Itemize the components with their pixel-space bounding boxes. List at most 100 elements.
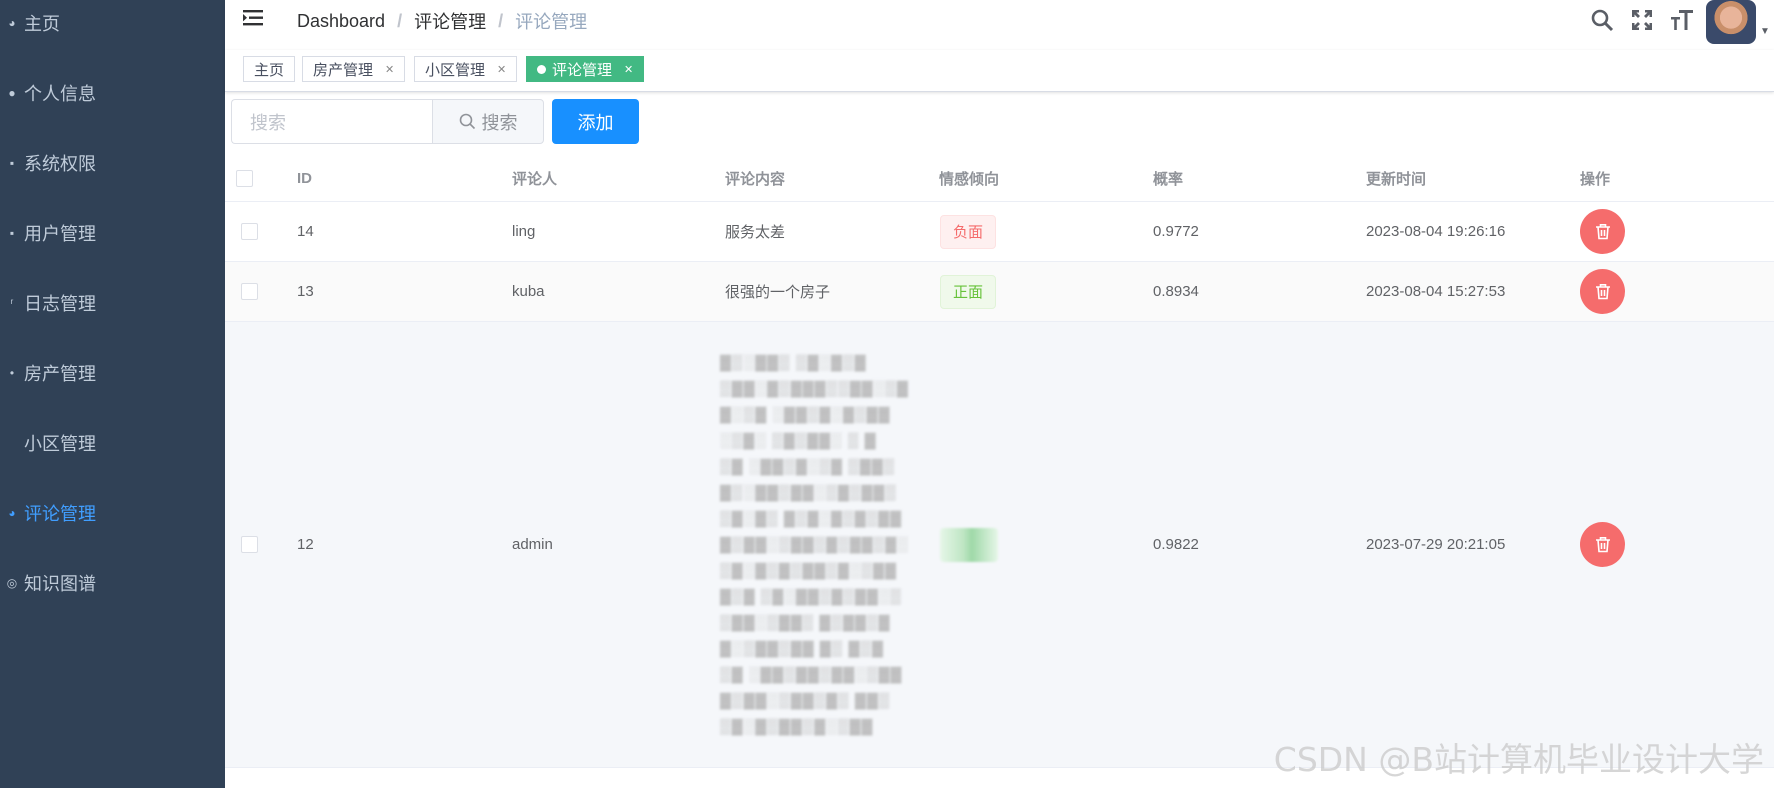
search-button[interactable]: 搜索 xyxy=(432,99,544,144)
sidebar-item-community[interactable]: 小区管理 xyxy=(0,415,225,471)
lock-icon: ▪ xyxy=(9,156,15,170)
cell-sentiment: 负面 xyxy=(940,202,997,261)
cell-id: 14 xyxy=(297,223,314,240)
sidebar-item-label: 个人信息 xyxy=(24,84,96,104)
tag-label: 评论管理 xyxy=(552,61,613,79)
close-icon[interactable]: ✕ xyxy=(385,63,394,76)
row-checkbox-cell xyxy=(241,202,258,261)
tag-property[interactable]: 房产管理 ✕ xyxy=(302,56,406,82)
cell-probability: 0.8934 xyxy=(1153,283,1199,300)
sidebar-item-home[interactable]: ◕ 主页 xyxy=(0,0,225,51)
search-icon xyxy=(459,113,475,130)
row-checkbox[interactable] xyxy=(241,223,258,240)
sidebar-item-comments[interactable]: ◕ 评论管理 xyxy=(0,485,225,541)
sidebar-item-permissions[interactable]: ▪ 系统权限 xyxy=(0,135,225,191)
select-all-checkbox[interactable] xyxy=(236,169,253,187)
watermark: CSDN @B站计算机毕业设计大学 xyxy=(1273,740,1764,779)
search-icon[interactable] xyxy=(1582,0,1622,40)
cell-author: ling xyxy=(512,223,536,240)
trash-icon xyxy=(1595,284,1610,300)
column-header[interactable]: ID xyxy=(297,155,312,201)
cell-sentiment xyxy=(940,322,998,767)
cell-id: 13 xyxy=(297,283,314,300)
breadcrumb-dashboard[interactable]: Dashboard xyxy=(297,11,385,32)
breadcrumb-current: 评论管理 xyxy=(515,12,588,32)
avatar[interactable] xyxy=(1706,0,1756,44)
breadcrumb-separator: / xyxy=(397,10,403,31)
breadcrumb: Dashboard / 评论管理 / 评论管理 xyxy=(297,8,587,34)
tag-label: 房产管理 xyxy=(313,61,374,79)
cell-actions xyxy=(1580,262,1625,321)
row-checkbox-cell xyxy=(241,262,258,321)
trash-icon xyxy=(1595,537,1610,553)
breadcrumb-separator: / xyxy=(498,10,504,31)
tag-community[interactable]: 小区管理 ✕ xyxy=(414,56,518,82)
fullscreen-icon[interactable] xyxy=(1622,0,1662,40)
blurred-content: ▓▒░▓▓▒ ▒▓░▓▒▓ ▒▓▓░▓▒▓▓▓▒▒▓▓░▒▓ ▓░▒▓ ░▓▓▒▓░… xyxy=(720,353,909,735)
cell-sentiment: 正面 xyxy=(940,262,997,321)
search-placeholder: 搜索 xyxy=(250,112,286,133)
sidebar-item-label: 房产管理 xyxy=(24,364,96,384)
cell-updated: 2023-07-29 20:21:05 xyxy=(1366,536,1506,553)
close-icon[interactable]: ✕ xyxy=(497,63,506,76)
table-header: ID 评论人 评论内容 情感倾向 概率 更新时间 操作 xyxy=(225,155,1774,202)
row-checkbox[interactable] xyxy=(241,536,258,553)
delete-button[interactable] xyxy=(1580,522,1625,567)
cell-probability: 0.9772 xyxy=(1153,223,1199,240)
cell-author: kuba xyxy=(512,283,545,300)
active-dot-icon xyxy=(537,64,546,74)
column-header: 操作 xyxy=(1580,170,1611,188)
close-icon[interactable]: ✕ xyxy=(624,63,633,76)
column-header[interactable]: 更新时间 xyxy=(1366,155,1426,201)
sidebar-item-label: 小区管理 xyxy=(24,434,96,454)
sentiment-badge: 正面 xyxy=(940,274,997,309)
breadcrumb-section[interactable]: 评论管理 xyxy=(414,8,486,34)
hamburger-menu-icon[interactable] xyxy=(243,8,267,28)
sidebar: ◕ 主页 ● 个人信息 ▪ 系统权限 ▪ 用户管理 ʳ 日志管理 • 房产管理 … xyxy=(0,0,225,788)
home-icon: ◕ xyxy=(8,16,16,30)
table-row[interactable]: 14 ling 服务太差 负面 0.9772 2023-08-04 19:26:… xyxy=(225,202,1774,262)
tag-label: 小区管理 xyxy=(425,61,486,79)
table-row[interactable]: 12 admin ▓▒░▓▓▒ ▒▓░▓▒▓ ▒▓▓░▓▒▓▓▓▒▒▓▓░▒▓ ▓░… xyxy=(225,322,1774,768)
right-menu: ▼ xyxy=(1582,0,1774,50)
cell-content: 服务太差 xyxy=(725,224,786,241)
sidebar-item-label: 用户管理 xyxy=(24,224,96,244)
add-button-label: 添加 xyxy=(577,112,614,133)
arrow-icon: • xyxy=(9,366,15,380)
sentiment-badge: 负面 xyxy=(940,214,997,249)
tag-home[interactable]: 主页 xyxy=(243,56,296,82)
sidebar-item-users[interactable]: ▪ 用户管理 xyxy=(0,205,225,261)
tag-comments[interactable]: 评论管理 ✕ xyxy=(526,56,645,82)
font-size-icon[interactable] xyxy=(1662,0,1702,40)
search-input[interactable]: 搜索 xyxy=(231,99,432,144)
sidebar-item-label: 知识图谱 xyxy=(24,574,96,594)
tag-label: 主页 xyxy=(254,61,285,79)
cell-actions xyxy=(1580,322,1625,767)
delete-button[interactable] xyxy=(1580,269,1625,314)
table-row[interactable]: 13 kuba 很强的一个房子 正面 0.8934 2023-08-04 15:… xyxy=(225,262,1774,322)
column-header[interactable]: 情感倾向 xyxy=(939,155,999,201)
sentiment-badge-blurred xyxy=(940,527,998,562)
navbar: Dashboard / 评论管理 / 评论管理 ▼ xyxy=(225,0,1774,50)
column-header[interactable]: 评论人 xyxy=(512,155,557,201)
add-button[interactable]: 添加 xyxy=(552,99,639,144)
sidebar-item-label: 日志管理 xyxy=(24,294,96,314)
user-icon: ● xyxy=(8,86,16,100)
column-header[interactable]: 评论内容 xyxy=(725,155,785,201)
sidebar-item-label: 系统权限 xyxy=(24,154,96,174)
graph-icon: ◎ xyxy=(6,576,18,590)
cell-content-blurred: ▓▒░▓▓▒ ▒▓░▓▒▓ ▒▓▓░▓▒▓▓▓▒▒▓▓░▒▓ ▓░▒▓ ░▓▓▒▓░… xyxy=(720,322,910,767)
sidebar-item-profile[interactable]: ● 个人信息 xyxy=(0,65,225,121)
row-checkbox[interactable] xyxy=(241,283,258,300)
delete-button[interactable] xyxy=(1580,209,1625,254)
sidebar-item-knowledge-graph[interactable]: ◎ 知识图谱 xyxy=(0,555,225,611)
sidebar-item-logs[interactable]: ʳ 日志管理 xyxy=(0,275,225,331)
cell-probability: 0.9822 xyxy=(1153,536,1199,553)
column-header[interactable]: 概率 xyxy=(1153,155,1183,201)
edit-icon: ʳ xyxy=(10,296,14,310)
caret-down-icon[interactable]: ▼ xyxy=(1760,26,1774,37)
tags-view: 主页 房产管理 ✕ 小区管理 ✕ 评论管理 ✕ xyxy=(225,50,1774,92)
cell-actions xyxy=(1580,202,1625,261)
trash-icon xyxy=(1595,224,1610,240)
sidebar-item-property[interactable]: • 房产管理 xyxy=(0,345,225,401)
